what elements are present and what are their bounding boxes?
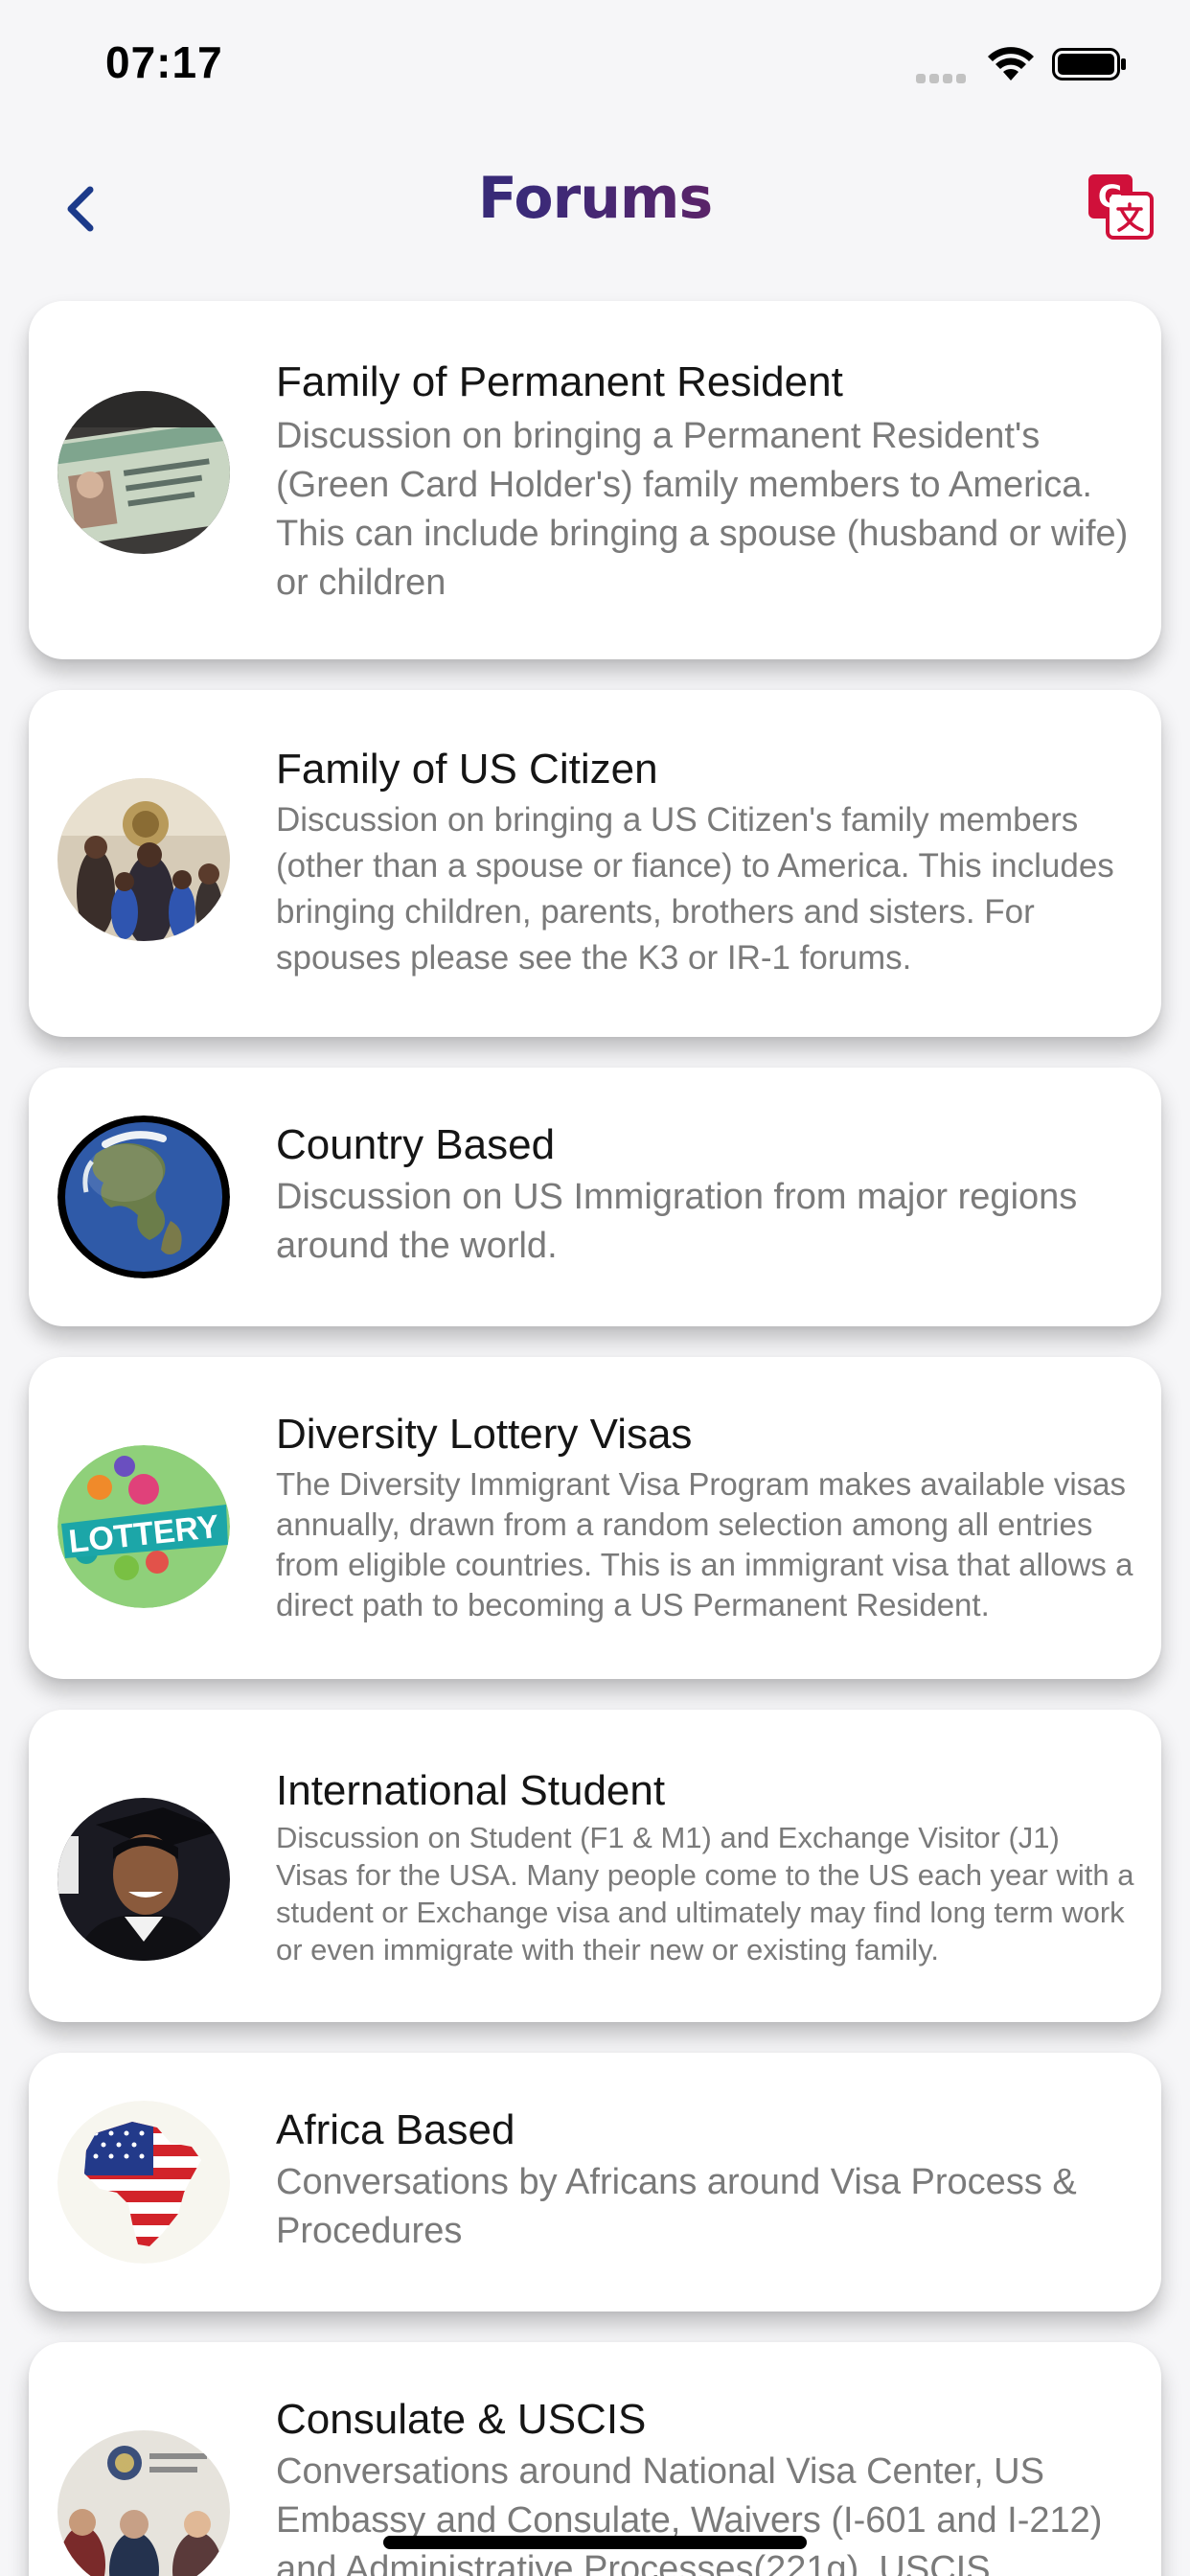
cellular-signal-icon <box>916 71 973 83</box>
earth-globe-photo <box>57 1116 230 1278</box>
family-at-court-photo <box>57 778 230 941</box>
forum-title: Consulate & USCIS <box>276 2396 647 2443</box>
forum-card-family-of-us-citizen[interactable]: Family of US Citizen Discussion on bring… <box>29 690 1161 1037</box>
forum-title: Diversity Lottery Visas <box>276 1411 693 1458</box>
forums-screen: 07:17 Forums G Family of Permanent Resid… <box>0 0 1190 2576</box>
forum-card-country-based[interactable]: Country Based Discussion on US Immigrati… <box>29 1068 1161 1326</box>
wifi-icon <box>987 44 1035 82</box>
forum-description: The Diversity Immigrant Visa Program mak… <box>276 1466 1133 1622</box>
forum-description: Discussion on bringing a US Citizen's fa… <box>276 801 1114 977</box>
forum-title: Country Based <box>276 1121 556 1168</box>
forum-description: Discussion on US Immigration from major … <box>276 1177 1078 1266</box>
forum-description: Conversations around National Visa Cente… <box>276 2451 1103 2576</box>
uscis-office-photo <box>57 2430 230 2576</box>
forum-description: Conversations by Africans around Visa Pr… <box>276 2162 1077 2251</box>
google-translate-icon: G <box>1088 174 1154 240</box>
forum-card-family-of-permanent-resident[interactable]: Family of Permanent Resident Discussion … <box>29 301 1161 659</box>
status-bar: 07:17 <box>0 0 1190 125</box>
graduate-student-photo <box>57 1798 230 1961</box>
africa-us-flag-map-icon <box>57 2101 230 2264</box>
page-title: Forums <box>0 165 1190 232</box>
navigation-bar: Forums G <box>0 144 1190 268</box>
forum-title: International Student <box>276 1767 666 1814</box>
green-card-photo <box>57 391 230 554</box>
forum-title: Family of US Citizen <box>276 746 658 793</box>
forum-card-international-student[interactable]: International Student Discussion on Stud… <box>29 1710 1161 2022</box>
forum-card-diversity-lottery-visas[interactable]: LOTTERY Diversity Lottery Visas The Dive… <box>29 1357 1161 1679</box>
translate-button[interactable]: G <box>1087 172 1154 240</box>
status-time: 07:17 <box>105 37 223 87</box>
forum-title: Family of Permanent Resident <box>276 358 843 405</box>
lottery-balls-icon: LOTTERY <box>57 1445 230 1608</box>
forum-description: Discussion on bringing a Permanent Resid… <box>276 416 1129 603</box>
battery-icon <box>1052 48 1127 80</box>
forum-description: Discussion on Student (F1 & M1) and Exch… <box>276 1821 1134 1966</box>
forum-title: Africa Based <box>276 2106 515 2153</box>
forum-card-africa-based[interactable]: Africa Based Conversations by Africans a… <box>29 2053 1161 2312</box>
home-indicator[interactable] <box>383 2536 807 2549</box>
